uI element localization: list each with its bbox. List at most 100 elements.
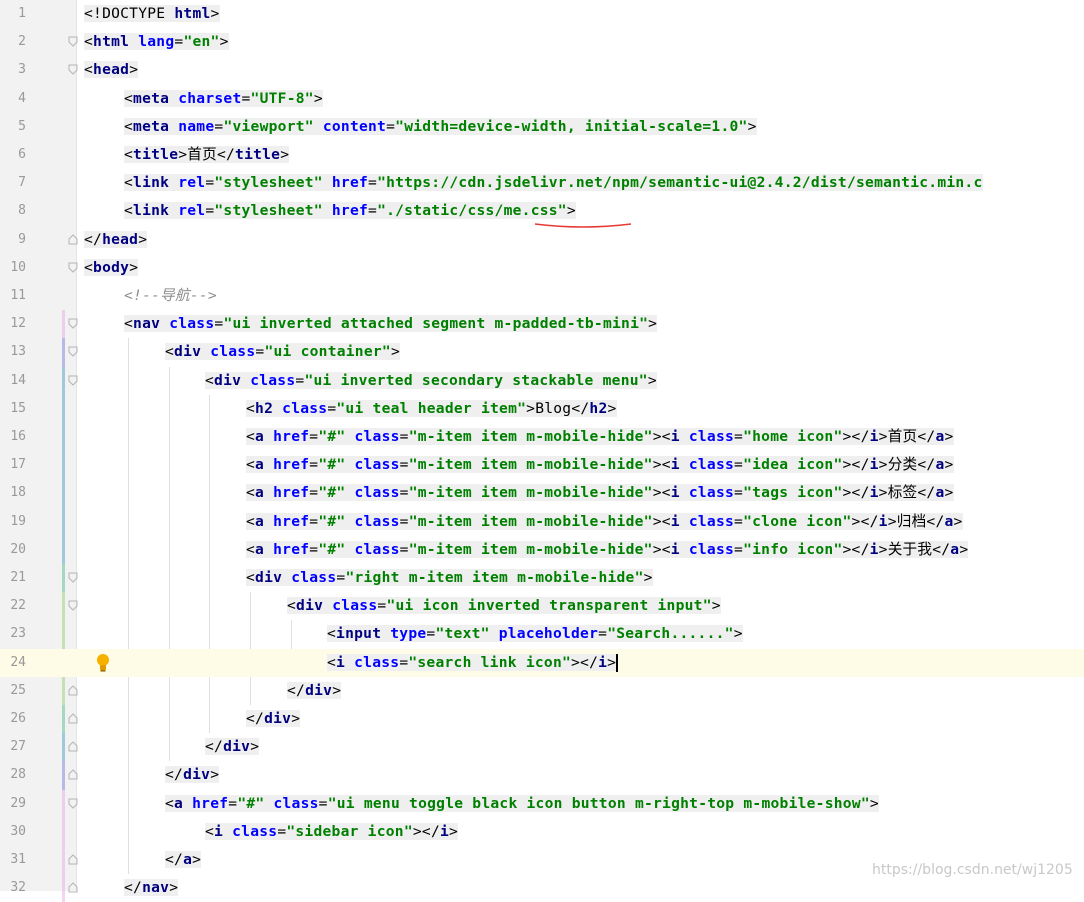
code-line[interactable]: 3 <head> bbox=[0, 56, 1084, 84]
line-number[interactable]: 20 bbox=[0, 536, 26, 564]
line-number[interactable]: 26 bbox=[0, 705, 26, 733]
code-text[interactable]: <link rel="stylesheet" href="./static/cs… bbox=[124, 197, 576, 225]
code-line[interactable]: 7 <link rel="stylesheet" href="https://cd… bbox=[0, 169, 1084, 197]
line-number[interactable]: 31 bbox=[0, 846, 26, 874]
line-number[interactable]: 30 bbox=[0, 818, 26, 846]
code-text[interactable]: <link rel="stylesheet" href="https://cdn… bbox=[124, 169, 983, 197]
code-line[interactable]: 13 <div class="ui container"> bbox=[0, 338, 1084, 366]
code-line[interactable]: 16 <a href="#" class="m-item item m-mobil… bbox=[0, 423, 1084, 451]
line-number[interactable]: 6 bbox=[0, 141, 26, 169]
lightbulb-icon[interactable] bbox=[95, 653, 111, 673]
line-number[interactable]: 14 bbox=[0, 367, 26, 395]
code-text[interactable]: <title>首页</title> bbox=[124, 141, 290, 169]
line-number[interactable]: 11 bbox=[0, 282, 26, 310]
line-number[interactable]: 9 bbox=[0, 226, 26, 254]
line-number[interactable]: 24 bbox=[0, 649, 26, 677]
fold-marker-icon[interactable] bbox=[68, 854, 78, 865]
fold-marker-icon[interactable] bbox=[68, 600, 78, 611]
line-number[interactable]: 29 bbox=[0, 790, 26, 818]
line-number[interactable]: 3 bbox=[0, 56, 26, 84]
line-number[interactable]: 25 bbox=[0, 677, 26, 705]
code-text[interactable]: <div class="right m-item item m-mobile-h… bbox=[246, 564, 653, 592]
code-text[interactable]: </head> bbox=[84, 226, 148, 254]
fold-marker-icon[interactable] bbox=[68, 262, 78, 273]
fold-marker-icon[interactable] bbox=[68, 798, 78, 809]
code-text[interactable]: </nav> bbox=[124, 874, 179, 902]
line-number[interactable]: 17 bbox=[0, 451, 26, 479]
code-text[interactable]: <nav class="ui inverted attached segment… bbox=[124, 310, 658, 338]
code-line[interactable]: 1 <!DOCTYPE html> bbox=[0, 0, 1084, 28]
line-number[interactable]: 8 bbox=[0, 197, 26, 225]
line-number[interactable]: 21 bbox=[0, 564, 26, 592]
line-number[interactable]: 23 bbox=[0, 620, 26, 648]
code-editor[interactable]: 1 <!DOCTYPE html> 2 <html lang="en"> 3 <head>… bbox=[0, 0, 1084, 902]
code-text[interactable]: </div> bbox=[246, 705, 301, 733]
code-line[interactable]: 2 <html lang="en"> bbox=[0, 28, 1084, 56]
code-line[interactable]: 24 <i class="search link icon"></i> bbox=[0, 648, 1084, 677]
code-text[interactable]: <head> bbox=[84, 56, 139, 84]
line-number[interactable]: 15 bbox=[0, 395, 26, 423]
code-text[interactable]: <i class="sidebar icon"></i> bbox=[205, 818, 459, 846]
line-number[interactable]: 1 bbox=[0, 0, 26, 28]
line-number[interactable]: 19 bbox=[0, 508, 26, 536]
line-number[interactable]: 22 bbox=[0, 592, 26, 620]
code-text[interactable]: </div> bbox=[205, 733, 260, 761]
code-line[interactable]: 25 </div> bbox=[0, 677, 1084, 705]
code-text[interactable]: </div> bbox=[165, 761, 220, 789]
line-number[interactable]: 7 bbox=[0, 169, 26, 197]
code-text[interactable]: <a href="#" class="m-item item m-mobile-… bbox=[246, 479, 954, 507]
code-text[interactable]: <!DOCTYPE html> bbox=[84, 0, 220, 28]
code-line[interactable]: 26 </div> bbox=[0, 705, 1084, 733]
fold-marker-icon[interactable] bbox=[68, 64, 78, 76]
line-number[interactable]: 12 bbox=[0, 310, 26, 338]
line-number[interactable]: 5 bbox=[0, 113, 26, 141]
code-text[interactable]: <a href="#" class="m-item item m-mobile-… bbox=[246, 536, 969, 564]
code-line[interactable]: 6 <title>首页</title> bbox=[0, 141, 1084, 169]
line-number[interactable]: 16 bbox=[0, 423, 26, 451]
code-line[interactable]: 11 <!--导航--> bbox=[0, 282, 1084, 310]
code-line[interactable]: 5 <meta name="viewport" content="width=de… bbox=[0, 113, 1084, 141]
code-line[interactable]: 4 <meta charset="UTF-8"> bbox=[0, 85, 1084, 113]
line-number[interactable]: 10 bbox=[0, 254, 26, 282]
code-line[interactable]: 30 <i class="sidebar icon"></i> bbox=[0, 818, 1084, 846]
code-line[interactable]: 22 <div class="ui icon inverted transpare… bbox=[0, 592, 1084, 620]
code-line[interactable]: 12 <nav class="ui inverted attached segme… bbox=[0, 310, 1084, 338]
code-text[interactable]: <h2 class="ui teal header item">Blog</h2… bbox=[246, 395, 617, 423]
line-number[interactable]: 2 bbox=[0, 28, 26, 56]
line-number[interactable]: 27 bbox=[0, 733, 26, 761]
code-text[interactable]: <a href="#" class="ui menu toggle black … bbox=[165, 790, 879, 818]
code-line[interactable]: 14 <div class="ui inverted secondary stac… bbox=[0, 367, 1084, 395]
line-number[interactable]: 32 bbox=[0, 874, 26, 902]
code-line[interactable]: 19 <a href="#" class="m-item item m-mobil… bbox=[0, 508, 1084, 536]
code-line[interactable]: 10 <body> bbox=[0, 254, 1084, 282]
fold-marker-icon[interactable] bbox=[68, 882, 78, 893]
code-line[interactable]: 17 <a href="#" class="m-item item m-mobil… bbox=[0, 451, 1084, 479]
line-number[interactable]: 18 bbox=[0, 479, 26, 507]
fold-marker-icon[interactable] bbox=[68, 741, 78, 752]
fold-marker-icon[interactable] bbox=[68, 346, 78, 358]
code-line[interactable]: 27 </div> bbox=[0, 733, 1084, 761]
code-text[interactable]: <a href="#" class="m-item item m-mobile-… bbox=[246, 423, 954, 451]
fold-marker-icon[interactable] bbox=[68, 572, 78, 583]
code-text[interactable]: <input type="text" placeholder="Search..… bbox=[327, 620, 743, 648]
code-line[interactable]: 15 <h2 class="ui teal header item">Blog</… bbox=[0, 395, 1084, 423]
fold-marker-icon[interactable] bbox=[68, 375, 78, 386]
fold-marker-icon[interactable] bbox=[68, 713, 78, 724]
code-text[interactable]: <html lang="en"> bbox=[84, 28, 229, 56]
code-line[interactable]: 29 <a href="#" class="ui menu toggle blac… bbox=[0, 790, 1084, 818]
code-line[interactable]: 20 <a href="#" class="m-item item m-mobil… bbox=[0, 536, 1084, 564]
code-line[interactable]: 23 <input type="text" placeholder="Search… bbox=[0, 620, 1084, 648]
code-line[interactable]: 28 </div> bbox=[0, 761, 1084, 789]
line-number[interactable]: 4 bbox=[0, 85, 26, 113]
line-number[interactable]: 28 bbox=[0, 761, 26, 789]
code-text[interactable]: <body> bbox=[84, 254, 139, 282]
code-line[interactable]: 21 <div class="right m-item item m-mobile… bbox=[0, 564, 1084, 592]
code-text[interactable]: </div> bbox=[287, 677, 342, 705]
code-text[interactable]: <div class="ui icon inverted transparent… bbox=[287, 592, 721, 620]
code-text[interactable]: <div class="ui inverted secondary stacka… bbox=[205, 367, 657, 395]
code-text[interactable]: <div class="ui container"> bbox=[165, 338, 400, 366]
code-text[interactable]: <i class="search link icon"></i> bbox=[327, 649, 619, 677]
fold-marker-icon[interactable] bbox=[68, 769, 78, 780]
line-number[interactable]: 13 bbox=[0, 338, 26, 366]
fold-marker-icon[interactable] bbox=[68, 318, 78, 329]
